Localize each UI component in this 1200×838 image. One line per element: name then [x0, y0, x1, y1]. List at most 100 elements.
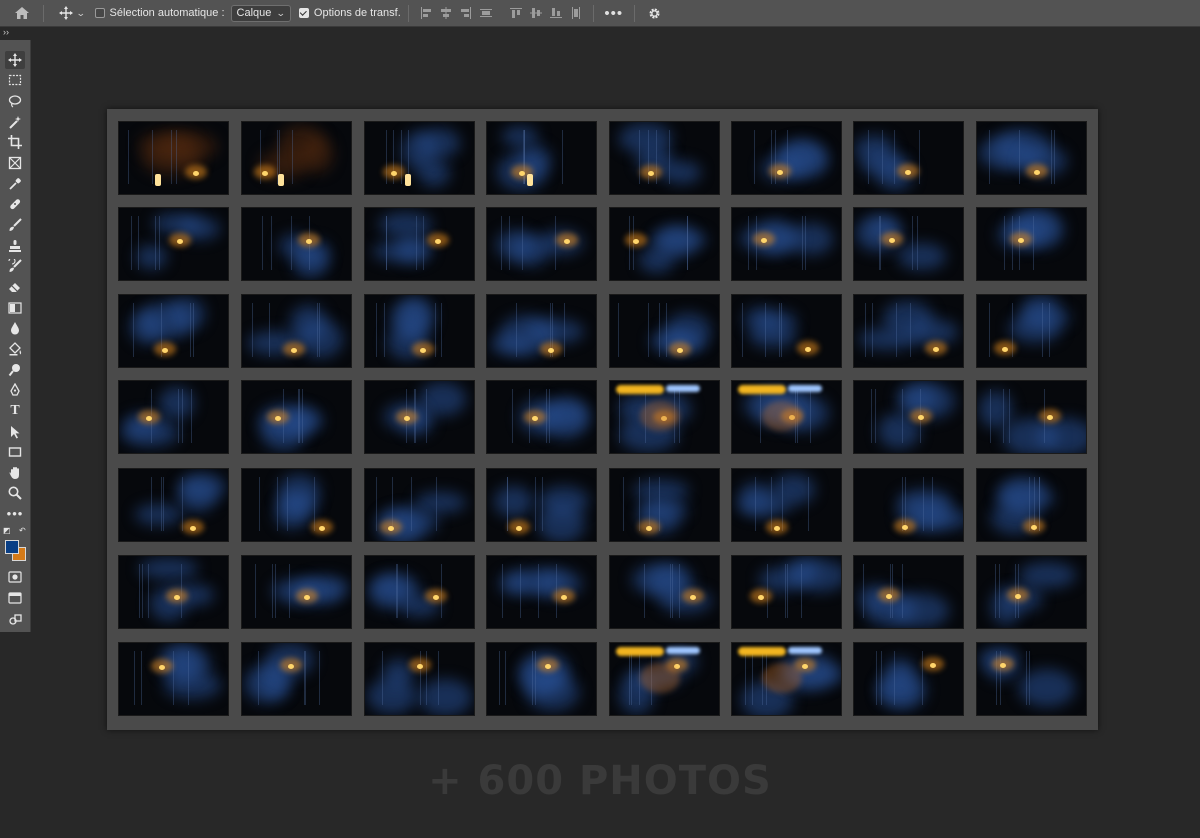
photo-thumbnail[interactable]	[241, 294, 352, 368]
photo-thumbnail[interactable]	[609, 642, 720, 716]
frame-tool-button[interactable]	[5, 154, 25, 172]
photo-thumbnail[interactable]	[853, 380, 964, 454]
healing-brush-tool-button[interactable]	[5, 195, 25, 213]
photo-thumbnail[interactable]	[364, 207, 475, 281]
more-options-button[interactable]: •••	[601, 0, 627, 27]
distribute-v-icon[interactable]	[566, 0, 586, 27]
photo-thumbnail[interactable]	[486, 380, 597, 454]
edit-toolbar-button[interactable]: •••	[5, 505, 25, 523]
photo-thumbnail[interactable]	[241, 468, 352, 542]
brush-tool-button[interactable]	[5, 216, 25, 234]
foreground-color-swatch[interactable]	[5, 540, 19, 554]
collapse-panel-button[interactable]: ››	[3, 27, 9, 37]
photo-thumbnail[interactable]	[853, 294, 964, 368]
photo-thumbnail[interactable]	[609, 121, 720, 195]
photo-thumbnail[interactable]	[241, 207, 352, 281]
lasso-tool-button[interactable]	[5, 92, 25, 110]
eraser-tool-button[interactable]	[5, 278, 25, 296]
photo-thumbnail[interactable]	[853, 468, 964, 542]
photo-thumbnail[interactable]	[241, 121, 352, 195]
align-middle-v-icon[interactable]	[526, 0, 546, 27]
move-tool-button[interactable]	[5, 51, 25, 69]
photo-thumbnail[interactable]	[241, 642, 352, 716]
photo-thumbnail[interactable]	[118, 121, 229, 195]
photo-thumbnail[interactable]	[731, 380, 842, 454]
photo-thumbnail[interactable]	[976, 555, 1087, 629]
hand-tool-button[interactable]	[5, 464, 25, 482]
transform-options-checkbox[interactable]	[298, 8, 309, 18]
photo-thumbnail[interactable]	[118, 380, 229, 454]
eyedropper-tool-button[interactable]	[5, 175, 25, 193]
document-canvas[interactable]	[107, 109, 1098, 730]
gradient-tool-button[interactable]	[5, 299, 25, 317]
default-colors-icon[interactable]: ◩	[3, 526, 11, 535]
photo-thumbnail[interactable]	[364, 555, 475, 629]
photo-thumbnail[interactable]	[853, 121, 964, 195]
photo-thumbnail[interactable]	[731, 294, 842, 368]
photo-thumbnail[interactable]	[976, 468, 1087, 542]
photo-thumbnail[interactable]	[364, 294, 475, 368]
clone-stamp-tool-button[interactable]	[5, 237, 25, 255]
blur-tool-button[interactable]	[5, 319, 25, 337]
edit-toolbar-button[interactable]	[5, 610, 25, 628]
distribute-h-icon[interactable]	[476, 0, 496, 27]
photo-thumbnail[interactable]	[486, 468, 597, 542]
photo-thumbnail[interactable]	[364, 121, 475, 195]
history-brush-tool-button[interactable]	[5, 257, 25, 275]
photo-thumbnail[interactable]	[731, 555, 842, 629]
align-center-h-icon[interactable]	[436, 0, 456, 27]
auto-select-option[interactable]: Sélection automatique :	[94, 0, 225, 27]
dodge-tool-button[interactable]	[5, 361, 25, 379]
photo-thumbnail[interactable]	[241, 380, 352, 454]
settings-button[interactable]	[642, 0, 668, 27]
align-top-icon[interactable]	[506, 0, 526, 27]
photo-thumbnail[interactable]	[364, 380, 475, 454]
magic-wand-tool-button[interactable]	[5, 113, 25, 131]
photo-thumbnail[interactable]	[486, 294, 597, 368]
photo-thumbnail[interactable]	[731, 642, 842, 716]
photo-thumbnail[interactable]	[118, 642, 229, 716]
type-tool-button[interactable]: T	[5, 402, 25, 420]
photo-thumbnail[interactable]	[609, 294, 720, 368]
photo-thumbnail[interactable]	[118, 294, 229, 368]
photo-thumbnail[interactable]	[853, 207, 964, 281]
photo-thumbnail[interactable]	[486, 642, 597, 716]
path-selection-tool-button[interactable]	[5, 423, 25, 441]
home-button[interactable]	[8, 0, 36, 27]
zoom-tool-button[interactable]	[5, 484, 25, 502]
paint-bucket-tool-button[interactable]	[5, 340, 25, 358]
photo-thumbnail[interactable]	[976, 294, 1087, 368]
rectangle-tool-button[interactable]	[5, 443, 25, 461]
quick-mask-button[interactable]	[5, 568, 25, 586]
photo-thumbnail[interactable]	[976, 207, 1087, 281]
align-right-icon[interactable]	[456, 0, 476, 27]
photo-thumbnail[interactable]	[364, 642, 475, 716]
photo-thumbnail[interactable]	[486, 207, 597, 281]
pen-tool-button[interactable]	[5, 381, 25, 399]
align-bottom-icon[interactable]	[546, 0, 566, 27]
photo-thumbnail[interactable]	[976, 121, 1087, 195]
photo-thumbnail[interactable]	[241, 555, 352, 629]
transform-options-option[interactable]: Options de transf.	[298, 0, 401, 27]
photo-thumbnail[interactable]	[731, 121, 842, 195]
photo-thumbnail[interactable]	[609, 555, 720, 629]
photo-thumbnail[interactable]	[731, 207, 842, 281]
screen-mode-button[interactable]	[5, 589, 25, 607]
align-left-icon[interactable]	[416, 0, 436, 27]
photo-thumbnail[interactable]	[364, 468, 475, 542]
photo-thumbnail[interactable]	[853, 642, 964, 716]
photo-thumbnail[interactable]	[118, 468, 229, 542]
photo-thumbnail[interactable]	[853, 555, 964, 629]
photo-thumbnail[interactable]	[609, 207, 720, 281]
photo-thumbnail[interactable]	[976, 380, 1087, 454]
swap-colors-icon[interactable]: ↶	[19, 526, 26, 535]
auto-select-checkbox[interactable]	[94, 8, 105, 18]
photo-thumbnail[interactable]	[609, 468, 720, 542]
rectangular-marquee-tool-button[interactable]	[5, 71, 25, 89]
crop-tool-button[interactable]	[5, 133, 25, 151]
photo-thumbnail[interactable]	[118, 555, 229, 629]
tool-preset-picker[interactable]: ⌄	[59, 0, 86, 27]
photo-thumbnail[interactable]	[609, 380, 720, 454]
photo-thumbnail[interactable]	[731, 468, 842, 542]
layer-dropdown[interactable]: Calque ⌄	[230, 4, 291, 22]
